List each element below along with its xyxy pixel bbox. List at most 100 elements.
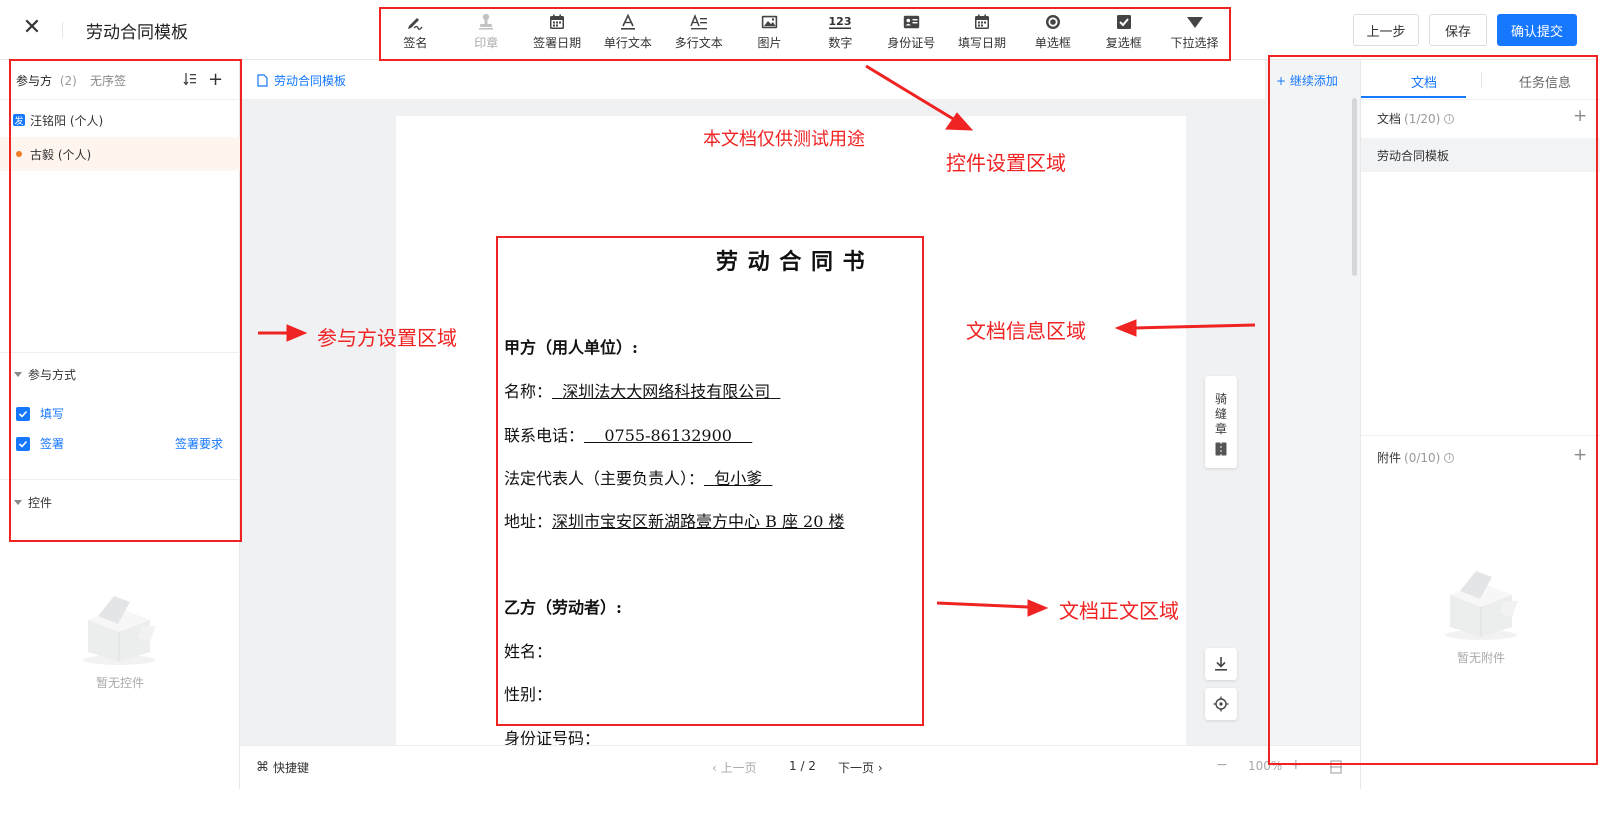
shortcut-button[interactable]: ⌘ 快捷键 [256,759,309,776]
divider [1361,435,1600,436]
fill-checkbox[interactable]: 填写 [16,405,64,422]
info-icon[interactable]: i [1444,452,1455,463]
party-name: 古毅 (个人) [30,147,92,162]
fit-page-icon[interactable] [1330,760,1342,777]
sign-checkbox[interactable]: 签署 [16,435,64,452]
sign-requirements-link[interactable]: 签署要求 [175,435,223,452]
document-tab[interactable]: 劳动合同模板 [257,72,346,89]
pen-sign-icon [406,11,424,33]
tool-label: 身份证号 [887,36,936,50]
submit-button[interactable]: 确认提交 [1497,14,1577,46]
tab-document[interactable]: 文档 [1411,72,1437,91]
tool-label: 数字 [828,36,853,50]
dropdown-icon [1186,11,1204,33]
top-header: ✕ 劳动合同模板 签名 印章 签署日期 单行文本 多行文本 图片 123 数字 … [0,0,1600,60]
b-gender-line: 性别： [504,685,553,704]
legal-rep-value: 包小爹 [714,469,763,488]
tool-checkbox[interactable]: 复选框 [1088,8,1159,52]
zoom-in-icon[interactable]: + [1290,757,1302,773]
field-label: 地址： [504,512,553,531]
tool-multi-line-text[interactable]: 多行文本 [663,8,734,52]
tool-signature[interactable]: 签名 [380,8,451,52]
tool-label: 复选框 [1105,36,1142,50]
crosshair-icon [1213,696,1229,712]
tool-fill-date[interactable]: 填写日期 [947,8,1018,52]
address-line: 地址：深圳市宝安区新湖路壹方中心 B 座 20 楼 [504,508,844,532]
section-title: 参与方式 [28,368,77,382]
phone-line: 联系电话： 0755-86132900 [504,422,752,446]
checkbox-checked-icon [16,436,30,451]
legal-rep-line: 法定代表人（主要负责人）： 包小爹 [504,465,772,489]
next-page-button[interactable]: 下一页 › [838,759,883,776]
tool-label: 图片 [757,36,782,50]
divider [0,352,240,353]
controls-section-toggle[interactable]: 控件 [14,494,52,511]
tool-image[interactable]: 图片 [734,8,805,52]
tool-single-line-text[interactable]: 单行文本 [592,8,663,52]
docs-count: (1/20) [1404,111,1441,126]
parties-header: 参与方 (2) 无序签 + [0,60,240,100]
document-info-panel: 文档 任务信息 文档 (1/20) i + 劳动合同模板 附件 (0/10) i… [1360,60,1600,789]
scrollbar-thumb[interactable] [1352,98,1357,276]
number-icon: 123 [828,11,852,33]
tool-id-number[interactable]: 身份证号 [876,8,947,52]
continue-add-button[interactable]: + 继续添加 [1276,72,1338,89]
active-tab-indicator [1361,96,1466,98]
locate-button[interactable] [1205,688,1237,720]
participation-section-toggle[interactable]: 参与方式 [14,366,76,383]
section-label: 附件 [1377,451,1402,465]
prev-page-button[interactable]: ‹ 上一页 [712,759,757,776]
zoom-out-icon[interactable]: − [1216,757,1228,773]
prev-step-button[interactable]: 上一步 [1353,14,1419,46]
tool-stamp[interactable]: 印章 [451,8,522,52]
parties-count: (2) [59,74,77,88]
download-icon [1215,657,1227,671]
add-party-icon[interactable]: + [208,69,223,90]
tool-label: 多行文本 [674,36,723,50]
empty-box-icon [78,590,160,670]
close-icon[interactable]: ✕ [20,16,44,40]
tool-radio[interactable]: 单选框 [1017,8,1088,52]
control-toolbar: 签名 印章 签署日期 单行文本 多行文本 图片 123 数字 身份证号 填写日期… [380,8,1230,60]
tool-label: 单选框 [1034,36,1071,50]
image-icon [761,11,778,33]
divider [0,479,240,480]
document-page[interactable]: 本文档仅供测试用途 劳 动 合 同 书 甲方（用人单位）: 名称： 深圳法大大网… [396,116,1186,816]
tool-number[interactable]: 123 数字 [805,8,876,52]
command-icon: ⌘ [256,760,269,775]
party-item[interactable]: 发 汪铭阳 (个人) [0,103,240,137]
svg-text:123: 123 [829,15,852,28]
save-button[interactable]: 保存 [1429,14,1487,46]
tool-dropdown[interactable]: 下拉选择 [1159,8,1230,52]
download-button[interactable] [1205,648,1237,680]
checkbox-checked-icon [16,406,30,421]
multiline-text-icon [690,11,708,33]
add-attachment-icon[interactable]: + [1573,445,1587,465]
tab-unordered-sign[interactable]: 无序签 [90,72,126,89]
empty-controls-text: 暂无控件 [95,676,144,690]
text-a-icon [620,11,636,33]
checkbox-icon [1116,11,1132,33]
seam-stamp-button[interactable]: 骑缝章 [1205,376,1237,468]
shortcut-label: 快捷键 [273,761,310,775]
tab-task-info[interactable]: 任务信息 [1519,72,1571,91]
tool-sign-date[interactable]: 签署日期 [522,8,593,52]
info-icon[interactable]: i [1444,113,1455,124]
add-document-icon[interactable]: + [1573,106,1587,126]
checkbox-label: 填写 [40,407,65,421]
tool-label: 签署日期 [533,36,582,50]
b-name-line: 姓名： [504,642,553,661]
party-item-active[interactable]: 古毅 (个人) [0,137,240,171]
phone-value: 0755-86132900 [604,426,732,445]
tool-label: 填写日期 [958,36,1007,50]
calendar-icon [974,11,990,33]
annotation-doc-info-area: 文档信息区域 [966,319,1086,343]
zoom-level: 100% [1248,759,1283,773]
field-label: 名称： [504,382,553,401]
tab-parties[interactable]: 参与方 (2) [16,72,77,89]
document-list-item[interactable]: 劳动合同模板 [1361,138,1600,172]
caret-down-icon [14,372,22,377]
annotation-doc-body-area: 文档正文区域 [1059,599,1179,623]
sort-icon[interactable] [183,72,197,90]
documents-section-header: 文档 (1/20) i [1377,110,1455,127]
